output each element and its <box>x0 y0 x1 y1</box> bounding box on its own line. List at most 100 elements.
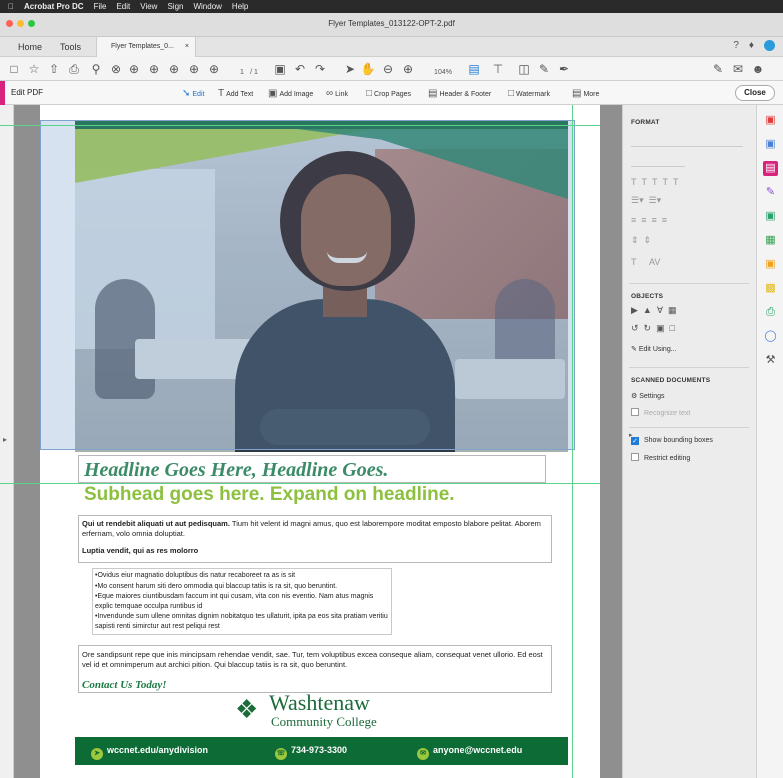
protect-icon[interactable]: ◯ <box>763 329 778 344</box>
close-edit-button[interactable]: Close <box>735 85 775 101</box>
organize-pages-icon[interactable]: ▦ <box>763 233 778 248</box>
link-button[interactable]: ∞ Link <box>326 88 348 99</box>
mail-icon[interactable]: ✉ <box>730 61 746 77</box>
add-image-button[interactable]: ▣ Add Image <box>268 88 313 99</box>
zoom-select[interactable]: 104% <box>428 65 458 81</box>
scroll-mode-icon[interactable]: ⊤ <box>490 61 506 77</box>
expand-left-panel-icon[interactable]: ▸ <box>3 435 7 444</box>
forward-icon[interactable]: ⊕ <box>206 61 222 77</box>
contact-heading[interactable]: Contact Us Today! <box>82 679 167 691</box>
collapse-panel-icon[interactable]: ▸ <box>629 431 633 439</box>
account-avatar-icon[interactable] <box>764 40 775 51</box>
arrange-icons[interactable]: ▶ ▲ ∀ ▦ <box>631 305 677 316</box>
flyer-subhead[interactable]: Subhead goes here. Expand on headline. <box>84 484 455 506</box>
comment-tool-icon[interactable]: ▩ <box>763 281 778 296</box>
bookmark-star-icon[interactable]: ☆ <box>26 61 42 77</box>
fit-page-icon[interactable]: ▤ <box>466 61 482 77</box>
text-style-icons[interactable]: T T T T T <box>631 177 679 187</box>
link-label: Link <box>335 91 348 98</box>
flyer-subsection[interactable]: Luptia vendit, qui as res molorro <box>82 546 198 555</box>
next-page-icon[interactable]: ⊕ <box>146 61 162 77</box>
highlight-icon[interactable]: ✎ <box>536 61 552 77</box>
font-family-dropdown[interactable] <box>631 135 743 147</box>
list-style-icons[interactable]: ☰▾ ☰▾ <box>631 195 661 206</box>
prev-page-icon[interactable]: ⊕ <box>126 61 142 77</box>
fill-sign-tool-icon[interactable]: ✎ <box>763 185 778 200</box>
close-tab-icon[interactable]: × <box>185 37 189 57</box>
cursor-icon[interactable]: ➤ <box>342 61 358 77</box>
zoom-out-icon[interactable]: ⊖ <box>380 61 396 77</box>
font-size-dropdown[interactable] <box>631 155 685 167</box>
menu-help[interactable]: Help <box>232 2 248 11</box>
upload-icon[interactable]: ⇧ <box>46 61 62 77</box>
flyer-bullet-list[interactable]: •Ovidus eiur magnatio doluptibus dis nat… <box>92 568 392 635</box>
apple-icon[interactable]:  <box>8 2 14 11</box>
rotate-icon[interactable]: ⊕ <box>166 61 182 77</box>
bell-icon[interactable]: ♦ <box>749 40 754 51</box>
header-footer-button[interactable]: ▤ Header & Footer <box>428 88 491 99</box>
page-total: / 1 <box>250 69 258 76</box>
college-logo[interactable]: ❖ Washtenaw Community College <box>235 690 435 732</box>
create-pdf-icon[interactable]: ▣ <box>763 113 778 128</box>
restrict-editing-checkbox[interactable]: Restrict editing <box>631 453 690 462</box>
crop-pages-button[interactable]: □ Crop Pages <box>366 88 411 99</box>
menu-edit[interactable]: Edit <box>116 2 130 11</box>
spacing-controls[interactable]: ⇕ ⇕ <box>631 235 651 246</box>
watermark-icon: □ <box>508 88 515 99</box>
flyer-body-paragraph[interactable]: Qui ut rendebit aliquati ut aut pedisqua… <box>82 519 552 539</box>
edit-using-button[interactable]: ✎ Edit Using... <box>631 345 677 353</box>
show-bounding-boxes-checkbox[interactable]: ✓ Show bounding boxes <box>631 437 713 445</box>
selected-image-overlay[interactable] <box>40 120 575 450</box>
menu-sign[interactable]: Sign <box>167 2 183 11</box>
flyer-body-paragraph-2[interactable]: Ore sandipsunt repe que inis mincipsam r… <box>82 650 552 670</box>
sign-icon[interactable]: ✒ <box>556 61 572 77</box>
hand-icon[interactable]: ✋ <box>360 61 376 77</box>
scale-controls[interactable]: T AV <box>631 257 660 267</box>
fill-sign-icon[interactable]: ✎ <box>710 61 726 77</box>
help-icon[interactable]: ? <box>733 40 739 51</box>
alignment-icons[interactable]: ≡ ≡ ≡ ≡ <box>631 215 667 225</box>
print-icon[interactable]: ⎙ <box>66 61 82 77</box>
scan-ocr-icon[interactable]: ⎙ <box>763 305 778 320</box>
edit-pdf-tool-icon[interactable]: ▤ <box>763 161 778 176</box>
footer-contact-bar[interactable]: ➤ wccnet.edu/anydivision ☏ 734-973-3300 ✉ a… <box>75 737 568 765</box>
flyer-headline[interactable]: Headline Goes Here, Headline Goes. <box>84 459 388 482</box>
rotate-icons[interactable]: ↺ ↻ ▣ □ <box>631 323 675 334</box>
tab-document[interactable]: Flyer Templates_0... × <box>96 37 196 57</box>
cursor-click-icon: ➤ <box>91 748 103 760</box>
menu-window[interactable]: Window <box>193 2 221 11</box>
more-tools-icon[interactable]: ⚒ <box>763 353 778 368</box>
menu-bar:  Acrobat Pro DC File Edit View Sign Win… <box>0 0 783 13</box>
menu-view[interactable]: View <box>140 2 157 11</box>
header-footer-icon: ▤ <box>428 88 438 99</box>
footer-website: ➤ wccnet.edu/anydivision <box>91 745 208 760</box>
footer-email: ✉ anyone@wccnet.edu <box>417 745 522 760</box>
back-icon[interactable]: ⊕ <box>186 61 202 77</box>
settings-button[interactable]: ⚙ Settings <box>631 392 665 400</box>
undo-icon[interactable]: ↶ <box>292 61 308 77</box>
checkbox-icon <box>631 408 639 416</box>
more-button[interactable]: ▤ More <box>572 88 599 99</box>
save-icon[interactable]: □ <box>6 61 22 77</box>
export-pdf-icon[interactable]: ▣ <box>763 209 778 224</box>
tab-home[interactable]: Home <box>18 37 42 57</box>
watermark-button[interactable]: □ Watermark <box>508 88 550 99</box>
select-text-icon[interactable]: ▣ <box>272 61 288 77</box>
mail-icon: ✉ <box>417 748 429 760</box>
search-icon[interactable]: ⚲ <box>88 61 104 77</box>
tab-tools[interactable]: Tools <box>60 37 81 57</box>
edit-tool-button[interactable]: ➘ Edit <box>182 88 204 99</box>
tab-document-label: Flyer Templates_0... <box>111 43 174 50</box>
menu-file[interactable]: File <box>94 2 107 11</box>
combine-files-icon[interactable]: ▣ <box>763 137 778 152</box>
stop-icon[interactable]: ⊗ <box>108 61 124 77</box>
comment-icon[interactable]: ◫ <box>516 61 532 77</box>
redo-icon[interactable]: ↷ <box>312 61 328 77</box>
add-text-button[interactable]: T Add Text <box>218 88 253 99</box>
recognize-text-checkbox[interactable]: Recognize text <box>631 408 690 417</box>
watermark-label: Watermark <box>516 91 551 98</box>
zoom-in-icon[interactable]: ⊕ <box>400 61 416 77</box>
menu-app-name[interactable]: Acrobat Pro DC <box>24 2 84 11</box>
send-for-review-icon[interactable]: ▣ <box>763 257 778 272</box>
share-people-icon[interactable]: ☻ <box>750 61 766 77</box>
